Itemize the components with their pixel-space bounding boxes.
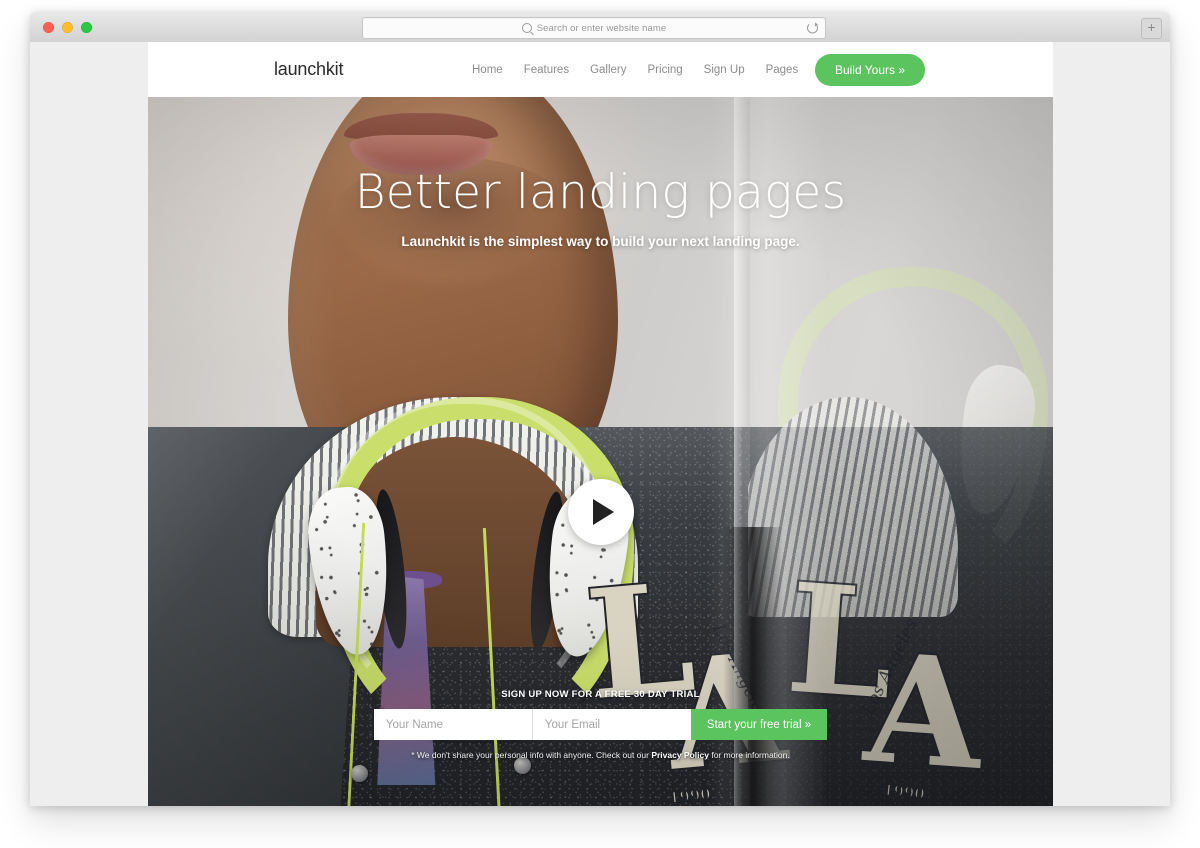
nav-item-pricing[interactable]: Pricing [648,64,683,76]
hero-title: Better landing pages [354,165,847,220]
disclaimer-prefix: * We don't share your personal info with… [411,750,652,760]
signup-kicker: SIGN UP NOW FOR A FREE 30 DAY TRIAL [501,689,700,700]
nav-item-signup[interactable]: Sign Up [704,64,745,76]
reload-icon[interactable] [807,22,818,34]
browser-window: Search or enter website name + launchkit… [30,12,1170,806]
nav-item-features[interactable]: Features [524,64,569,76]
browser-viewport: launchkit Home Features Gallery Pricing … [30,42,1170,806]
disclaimer-suffix: for more information. [708,750,790,760]
varsity-year-1: 1990 [667,784,712,806]
email-input[interactable] [532,709,691,740]
hero-subtitle: Launchkit is the simplest way to build y… [401,234,800,249]
start-free-trial-button[interactable]: Start your free trial » [690,709,828,740]
build-yours-button[interactable]: Build Yours » [814,53,925,86]
search-icon [521,23,532,33]
close-window-button[interactable] [43,22,54,33]
nav-item-pages[interactable]: Pages [766,64,799,76]
site-logo[interactable]: launchkit [274,59,343,80]
new-tab-button[interactable]: + [1141,18,1162,39]
nav-item-gallery[interactable]: Gallery [590,64,626,76]
signup-form: Start your free trial » [373,709,828,740]
play-video-button[interactable] [567,479,634,545]
screenshot-root: Search or enter website name + launchkit… [0,0,1200,848]
address-bar-placeholder: Search or enter website name [536,22,667,34]
privacy-policy-link[interactable]: Privacy Policy [651,750,709,760]
name-input[interactable] [373,709,533,740]
play-icon [593,499,614,525]
signup-disclaimer: * We don't share your personal info with… [148,750,1053,760]
signup-block: SIGN UP NOW FOR A FREE 30 DAY TRIAL Star… [148,689,1053,760]
site-navbar: launchkit Home Features Gallery Pricing … [148,42,1053,97]
hero-section: L A Los Angeles 1990 L A Los Angeles [148,97,1053,806]
browser-titlebar: Search or enter website name + [30,12,1170,43]
nav-item-home[interactable]: Home [472,64,503,76]
zoom-window-button[interactable] [81,22,92,33]
hero-copy: Better landing pages Launchkit is the si… [148,165,1053,249]
photo-jacket-button-1 [351,765,368,782]
window-controls [43,22,92,33]
web-page: launchkit Home Features Gallery Pricing … [148,42,1053,806]
site-nav-links: Home Features Gallery Pricing Sign Up Pa… [472,64,798,76]
photo-center-shadow [723,527,783,806]
address-bar[interactable]: Search or enter website name [362,17,826,39]
minimize-window-button[interactable] [62,22,73,33]
